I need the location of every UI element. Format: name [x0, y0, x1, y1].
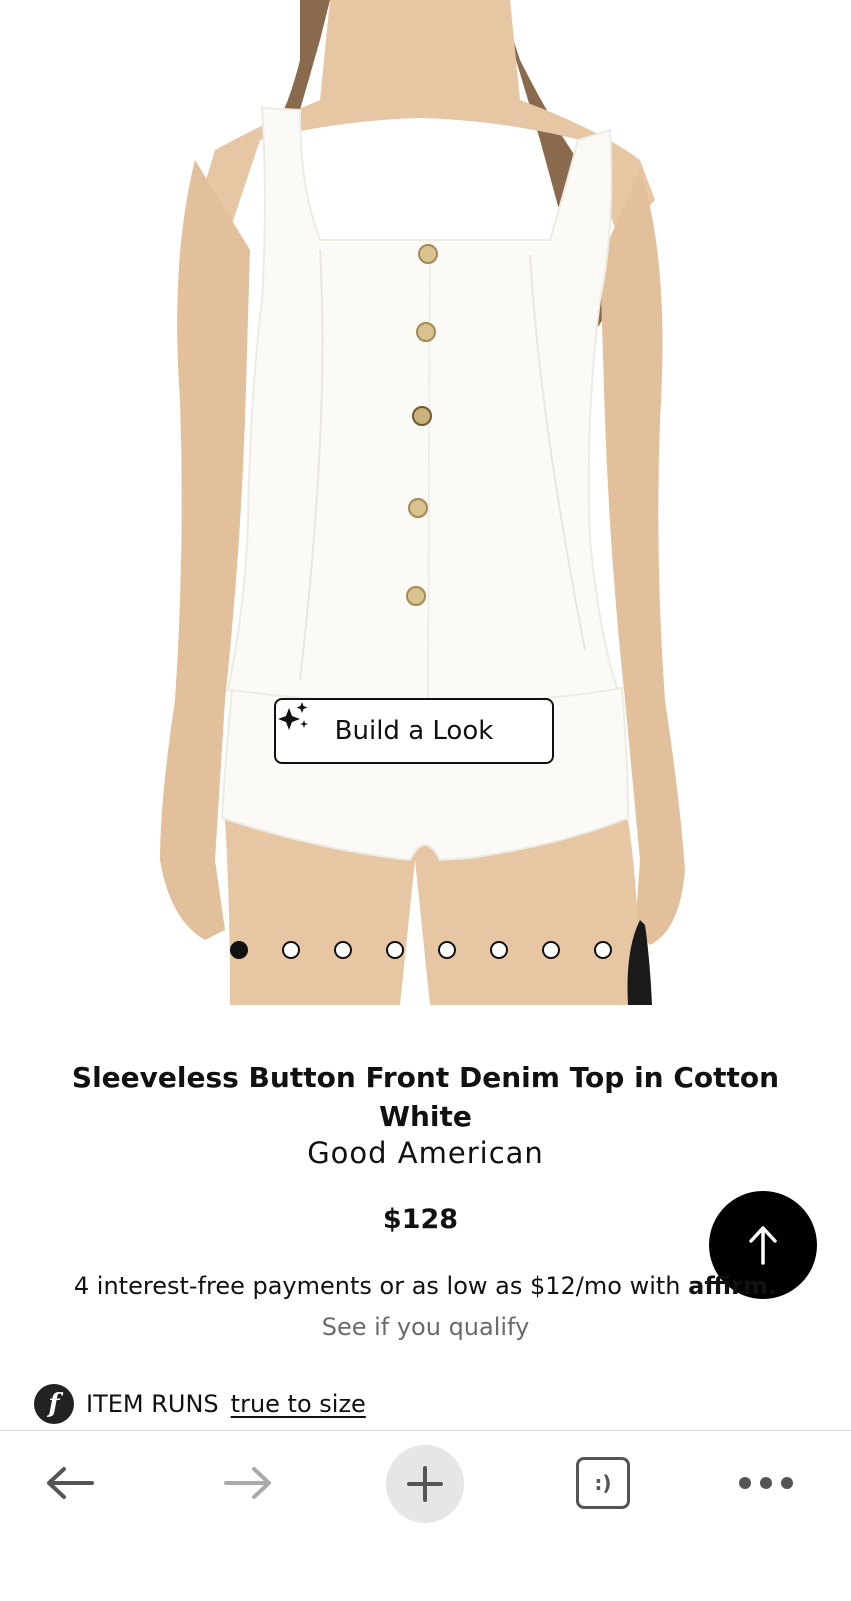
- carousel-dot[interactable]: [334, 941, 352, 959]
- carousel-dot[interactable]: [230, 941, 248, 959]
- installment-info: 4 interest-free payments or as low as $1…: [0, 1272, 851, 1300]
- see-if-you-qualify-link[interactable]: See if you qualify: [0, 1313, 851, 1341]
- fit-label: ITEM RUNS: [86, 1390, 219, 1418]
- sparkle-icon: [278, 702, 308, 730]
- forward-button[interactable]: [218, 1453, 278, 1513]
- carousel-dot[interactable]: [542, 941, 560, 959]
- affirm-logo: affirm.: [688, 1272, 778, 1300]
- arrow-left-icon: [47, 1467, 94, 1499]
- arrow-up-icon: [749, 1226, 777, 1265]
- fit-logo-icon: f: [34, 1384, 74, 1424]
- build-a-look-label: Build a Look: [334, 716, 494, 746]
- back-button[interactable]: [40, 1453, 100, 1513]
- carousel-dots: [230, 941, 612, 959]
- build-a-look-button[interactable]: Build a Look: [274, 698, 554, 764]
- plus-icon: [407, 1466, 443, 1502]
- product-image-carousel[interactable]: Build a Look: [0, 0, 851, 1005]
- product-photo: [160, 0, 685, 1005]
- product-brand[interactable]: Good American: [0, 1136, 851, 1170]
- installment-text: 4 interest-free payments or as low as $1…: [73, 1272, 681, 1300]
- product-title: Sleeveless Button Front Denim Top in Cot…: [71, 1061, 780, 1133]
- new-tab-button[interactable]: [386, 1445, 464, 1523]
- tabs-icon: :): [594, 1471, 612, 1495]
- tabs-button[interactable]: :): [576, 1457, 630, 1509]
- carousel-dot[interactable]: [594, 941, 612, 959]
- carousel-dot[interactable]: [386, 941, 404, 959]
- fit-value-link[interactable]: true to size: [231, 1390, 366, 1418]
- carousel-dot[interactable]: [438, 941, 456, 959]
- fit-recommendation: f ITEM RUNS true to size: [34, 1384, 366, 1424]
- more-menu-button[interactable]: [736, 1453, 796, 1513]
- arrow-right-icon: [224, 1467, 271, 1499]
- carousel-dot[interactable]: [282, 941, 300, 959]
- browser-toolbar: :): [0, 1430, 851, 1601]
- carousel-dot[interactable]: [490, 941, 508, 959]
- ellipsis-icon: [739, 1477, 793, 1489]
